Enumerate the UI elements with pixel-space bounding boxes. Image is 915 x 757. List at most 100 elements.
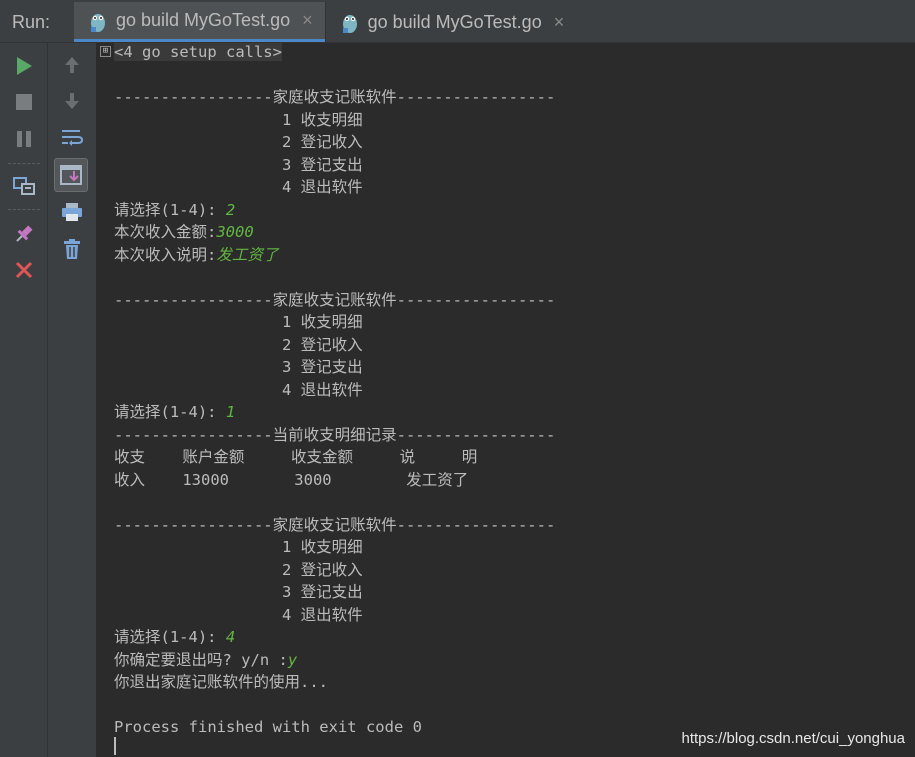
close-icon — [15, 261, 33, 279]
console-line-text: -----------------家庭收支记账软件---------------… — [114, 88, 556, 106]
console-line: 收支 账户金额 收支金额 说 明 — [114, 446, 555, 469]
console-line: 请选择(1-4): 1 — [114, 401, 555, 424]
pin-tab-button[interactable] — [7, 217, 41, 251]
close-button[interactable] — [7, 253, 41, 287]
console-line: -----------------当前收支明细记录---------------… — [114, 424, 555, 447]
stop-icon — [16, 94, 32, 110]
console-line: 4 退出软件 — [114, 604, 555, 627]
console-line: 你退出家庭记账软件的使用... — [114, 671, 555, 694]
tab-close-icon[interactable]: × — [554, 12, 565, 33]
console-line-text: 3 登记支出 — [114, 583, 363, 601]
user-input-text: y — [287, 650, 298, 669]
text-cursor — [114, 737, 116, 755]
dump-threads-icon — [13, 177, 35, 195]
tab-label: go build MyGoTest.go — [116, 10, 291, 30]
user-input-text: 1 — [225, 403, 236, 421]
soft-wrap-button[interactable] — [55, 121, 89, 155]
user-input-text: 2 — [225, 200, 236, 219]
user-input-text: 4 — [225, 628, 236, 646]
console-line: <4 go setup calls> — [114, 43, 555, 64]
console-line: 请选择(1-4): 4 — [114, 626, 555, 649]
tab-close-icon[interactable]: × — [302, 10, 313, 31]
console-lines: <4 go setup calls> -----------------家庭收支记… — [114, 43, 555, 739]
console-line-text: 2 登记收入 — [114, 560, 363, 579]
console-line: 4 退出软件 — [114, 379, 555, 402]
console-line-text: 本次收入金额: — [114, 223, 217, 241]
run-tab-bar: Run: go build MyGoTest.go × go build MyG… — [0, 0, 915, 43]
console-line-text: 1 收支明细 — [114, 313, 363, 331]
up-arrow-icon — [65, 57, 79, 73]
run-toolbar-right — [48, 43, 97, 757]
console-line-text: -----------------家庭收支记账软件---------------… — [114, 515, 556, 534]
console-line-text: -----------------家庭收支记账软件---------------… — [114, 290, 556, 309]
pause-icon — [17, 131, 31, 147]
down-button[interactable] — [55, 84, 89, 118]
console-line-text: 4 退出软件 — [114, 178, 363, 196]
console-line: -----------------家庭收支记账软件---------------… — [114, 289, 555, 312]
pin-tab-icon — [16, 225, 33, 242]
console-line-text: 4 退出软件 — [114, 380, 363, 399]
rerun-icon — [17, 57, 32, 75]
console-line: Process finished with exit code 0 — [114, 716, 555, 739]
down-arrow-icon — [65, 93, 79, 109]
toolbar-separator — [8, 209, 40, 210]
console-line-text: 1 收支明细 — [114, 110, 363, 129]
console-line-text: 你确定要退出吗? y/n : — [114, 650, 288, 669]
console-line-text: 请选择(1-4): — [114, 628, 226, 646]
console-line-text: 2 登记收入 — [114, 335, 363, 354]
console-line-text: 收支 账户金额 收支金额 说 明 — [114, 448, 478, 466]
console-line-text: 4 退出软件 — [114, 605, 363, 624]
tab-go-build-1[interactable]: go build MyGoTest.go × — [74, 2, 325, 42]
scroll-to-end-icon — [60, 165, 82, 185]
console-line: -----------------家庭收支记账软件---------------… — [114, 86, 555, 109]
console-line: 1 收支明细 — [114, 536, 555, 559]
console-line: 收入 13000 3000 发工资了 — [114, 469, 555, 492]
user-input-text: 发工资了 — [216, 245, 279, 264]
console-line-text: 请选择(1-4): — [114, 200, 226, 219]
console-line: 你确定要退出吗? y/n :y — [114, 649, 555, 672]
console-line: 请选择(1-4): 2 — [114, 199, 555, 222]
rerun-button[interactable] — [7, 49, 41, 83]
up-button[interactable] — [55, 48, 89, 82]
tab-go-build-2[interactable]: go build MyGoTest.go × — [324, 2, 577, 42]
console-line: 本次收入金额:3000 — [114, 221, 555, 244]
stop-button[interactable] — [7, 85, 41, 119]
console-line-text: 你退出家庭记账软件的使用... — [114, 673, 328, 691]
go-gopher-icon — [340, 10, 360, 34]
user-input-text: 3000 — [216, 223, 254, 241]
console-line-text: Process finished with exit code 0 — [114, 718, 422, 736]
console-line: 3 登记支出 — [114, 154, 555, 177]
print-button[interactable] — [55, 195, 89, 229]
run-panel-label: Run: — [12, 12, 51, 32]
pause-button[interactable] — [7, 122, 41, 156]
scroll-to-end-button[interactable] — [54, 158, 88, 192]
print-icon — [62, 203, 82, 221]
console-line: 2 登记收入 — [114, 334, 555, 357]
run-toolbar-left — [0, 43, 48, 757]
expand-fold-icon[interactable]: ⊞ — [100, 46, 111, 57]
console-line: 1 收支明细 — [114, 109, 555, 132]
folded-setup-calls[interactable]: <4 go setup calls> — [114, 43, 282, 61]
console-line-text: 收入 13000 3000 发工资了 — [114, 470, 469, 489]
go-gopher-icon — [88, 9, 108, 33]
console-line: 2 登记收入 — [114, 131, 555, 154]
console-line: -----------------家庭收支记账软件---------------… — [114, 514, 555, 537]
console-output[interactable]: ⊞ <4 go setup calls> -----------------家庭收… — [97, 43, 915, 757]
clear-all-icon — [64, 239, 80, 259]
console-line-text: 3 登记支出 — [114, 155, 363, 174]
console-line: 4 退出软件 — [114, 176, 555, 199]
tab-label: go build MyGoTest.go — [367, 11, 542, 32]
console-line: 1 收支明细 — [114, 311, 555, 334]
console-line-text: -----------------当前收支明细记录---------------… — [114, 425, 556, 444]
toolbar-separator — [8, 163, 40, 164]
soft-wrap-icon — [62, 130, 84, 146]
dump-threads-button[interactable] — [7, 169, 41, 203]
clear-all-button[interactable] — [55, 232, 89, 266]
console-line-text: 本次收入说明: — [114, 245, 217, 264]
console-line-text: 请选择(1-4): — [114, 403, 226, 421]
console-line: 本次收入说明:发工资了 — [114, 244, 555, 267]
